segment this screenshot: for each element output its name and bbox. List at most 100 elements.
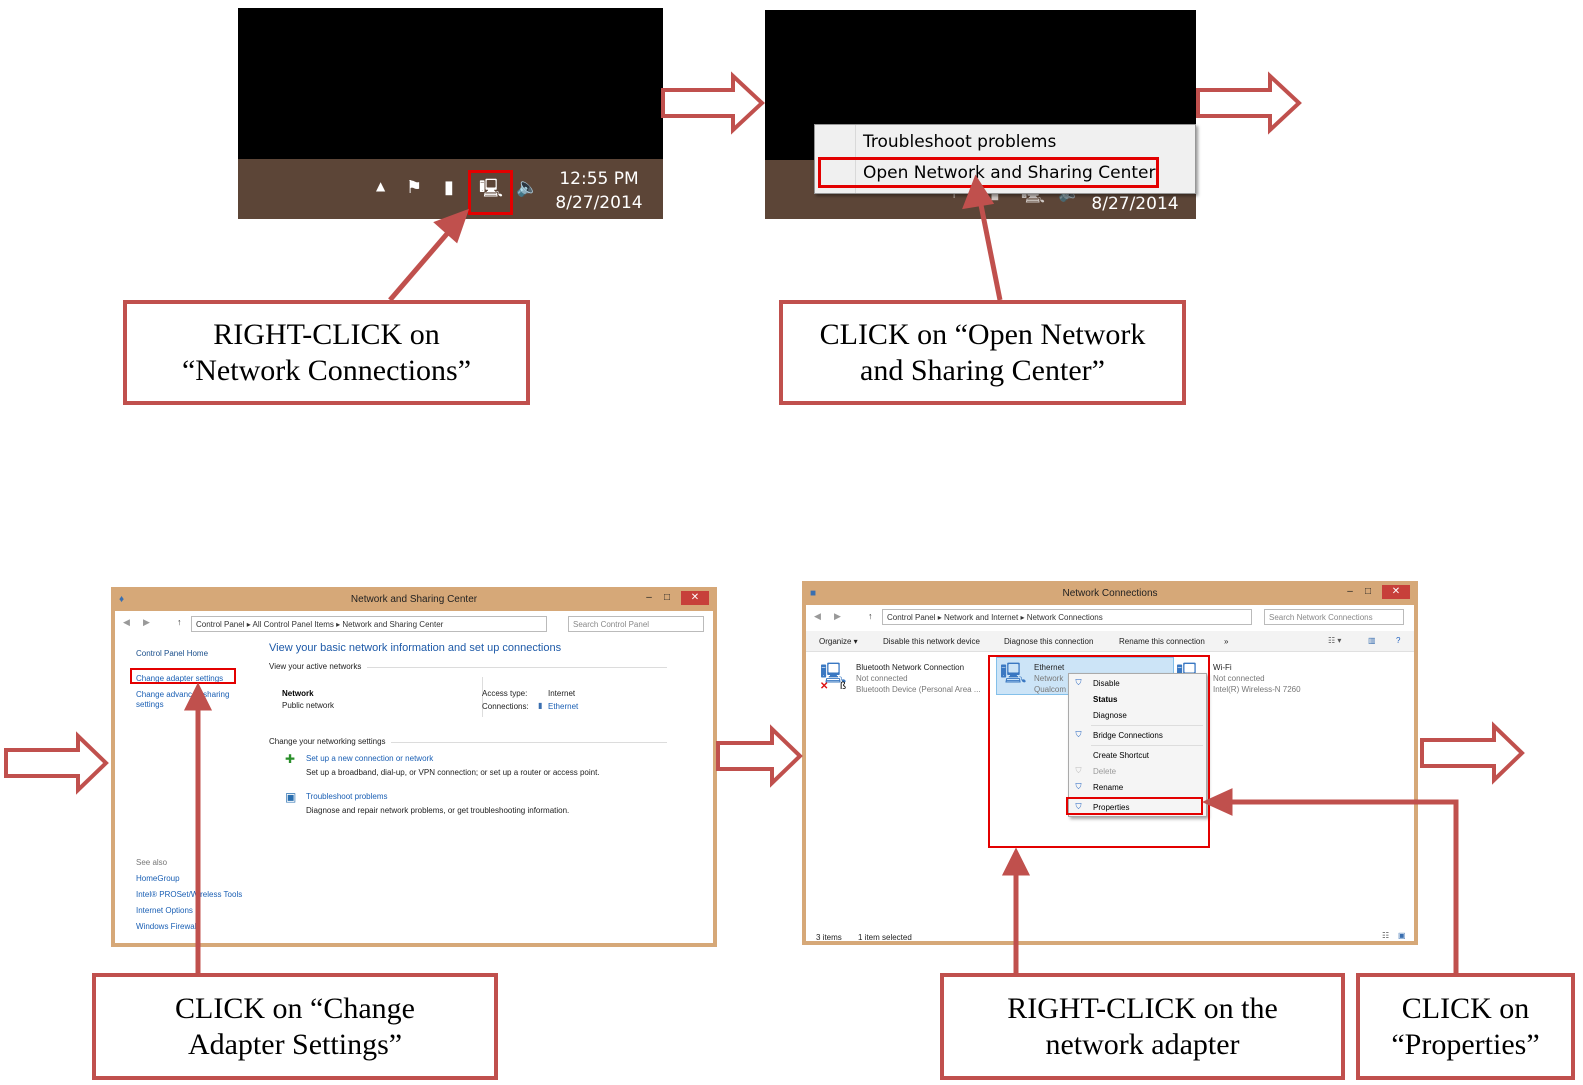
breadcrumb-1[interactable]: Control Panel (887, 613, 935, 622)
minimize-button[interactable]: – (643, 591, 655, 605)
taskbar-1: ▲ ⚑ ▮ 🖳 🔈 12:55 PM 8/27/2014 (238, 159, 663, 219)
disconnected-x-icon: ✕ (820, 681, 829, 692)
flow-arrow (716, 724, 803, 788)
caption-step2: CLICK on “Open Network and Sharing Center… (779, 300, 1186, 405)
caption-step1-line1: RIGHT-CLICK on (213, 317, 440, 351)
diagnose-connection-button[interactable]: Diagnose this connection (1004, 637, 1093, 646)
see-also-label: See also (136, 858, 168, 867)
forward-icon[interactable]: ▶ (143, 617, 150, 628)
maximize-button[interactable]: □ (1362, 585, 1374, 599)
adapter-status: Not connected (1213, 674, 1265, 683)
network-icon-highlight (468, 170, 513, 215)
network-folder-icon: ■ (810, 588, 817, 599)
troubleshoot-icon: ▣ (285, 790, 297, 804)
caption-step1: RIGHT-CLICK on “Network Connections” (123, 300, 530, 405)
change-adapter-highlight (130, 668, 236, 684)
breadcrumb-2[interactable]: Network and Internet (944, 613, 1018, 622)
caption-step4-properties-line2: “Properties” (1391, 1027, 1540, 1061)
address-bar[interactable]: Control Panel ▸ Network and Internet ▸ N… (882, 609, 1252, 625)
caption-step4-adapter: RIGHT-CLICK on the network adapter (940, 973, 1345, 1080)
flow-arrow (4, 731, 109, 795)
sidebar-change-advanced[interactable]: Change advanced sharing settings (136, 690, 229, 710)
caption-step3: CLICK on “Change Adapter Settings” (92, 973, 498, 1080)
divider (391, 742, 667, 743)
breadcrumb-3[interactable]: Network Connections (1027, 613, 1103, 622)
troubleshoot-desc: Diagnose and repair network problems, or… (306, 806, 570, 815)
forward-icon[interactable]: ▶ (834, 611, 841, 622)
up-icon[interactable]: ↑ (868, 611, 873, 621)
back-icon[interactable]: ◀ (123, 617, 130, 628)
organize-button[interactable]: Organize ▾ (819, 637, 858, 646)
sidebar-homegroup[interactable]: HomeGroup (136, 874, 180, 883)
sidebar-windows-firewall[interactable]: Windows Firewall (136, 922, 198, 931)
sidebar-home[interactable]: Control Panel Home (136, 649, 208, 658)
clock-date: 8/27/2014 (1091, 194, 1179, 214)
search-input[interactable]: Search Network Connections (1264, 609, 1404, 625)
page-title: View your basic network information and … (269, 642, 562, 654)
window-title: Network and Sharing Center (350, 594, 478, 605)
properties-highlight (1066, 797, 1203, 815)
battery-icon[interactable]: ▮ (444, 177, 454, 198)
setup-connection-link[interactable]: Set up a new connection or network (306, 754, 433, 763)
clock-date: 8/27/2014 (555, 193, 643, 213)
caption-step4-adapter-line2: network adapter (1045, 1027, 1240, 1061)
menu-item-troubleshoot[interactable]: Troubleshoot problems (863, 132, 1056, 152)
control-panel-icon: ♦ (119, 594, 125, 605)
close-button[interactable]: ✕ (1382, 585, 1410, 599)
bluetooth-icon: ß (840, 681, 847, 692)
taskbar-screenshot-1 (238, 8, 663, 159)
up-triangle-icon[interactable]: ▲ (376, 179, 385, 193)
flow-arrow (661, 71, 765, 135)
maximize-button[interactable]: □ (661, 591, 673, 605)
window-title-bar: ■ Network Connections – □ ✕ (806, 585, 1414, 605)
breadcrumb-3[interactable]: Network and Sharing Center (342, 620, 443, 629)
network-type: Public network (282, 701, 335, 710)
pointer-arrow-line (388, 226, 454, 302)
speaker-icon[interactable]: 🔈 (516, 177, 538, 198)
sidebar-change-advanced-line1: Change advanced sharing (136, 690, 230, 699)
disable-device-button[interactable]: Disable this network device (883, 637, 980, 646)
setup-connection-desc: Set up a broadband, dial-up, or VPN conn… (306, 768, 600, 777)
address-bar[interactable]: Control Panel ▸ All Control Panel Items … (191, 616, 547, 632)
caption-step1-line2: “Network Connections” (181, 353, 472, 387)
troubleshoot-link[interactable]: Troubleshoot problems (306, 792, 388, 801)
connections-ethernet-link[interactable]: Ethernet (548, 702, 578, 711)
flag-icon[interactable]: ⚑ (406, 177, 422, 198)
setup-connection-icon: ✚ (285, 752, 296, 766)
back-icon[interactable]: ◀ (814, 611, 821, 622)
sidebar-internet-options[interactable]: Internet Options (136, 906, 193, 915)
adapter-name[interactable]: Wi-Fi (1213, 663, 1232, 672)
caption-step3-line1: CLICK on “Change (175, 991, 415, 1025)
adapter-device: Bluetooth Device (Personal Area ... (856, 685, 981, 694)
breadcrumb-2[interactable]: All Control Panel Items (253, 620, 334, 629)
close-button[interactable]: ✕ (681, 591, 709, 605)
more-button[interactable]: » (1224, 637, 1228, 646)
caption-step2-line2: and Sharing Center” (860, 353, 1105, 387)
clock-time: 12:55 PM (559, 169, 639, 189)
window-title: Network Connections (1062, 588, 1158, 599)
active-networks-label: View your active networks (269, 662, 362, 671)
access-type-value: Internet (548, 689, 576, 698)
breadcrumb-1[interactable]: Control Panel (196, 620, 244, 629)
up-icon[interactable]: ↑ (177, 617, 182, 627)
network-sharing-center-window: ♦ Network and Sharing Center – □ ✕ ◀ ▶ ↑… (111, 587, 717, 947)
sidebar-change-advanced-line2: settings (136, 700, 164, 709)
sidebar-intel-proset[interactable]: Intel® PROSet/Wireless Tools (136, 890, 242, 899)
adapter-status: Not connected (856, 674, 908, 683)
flow-arrow (1196, 71, 1302, 135)
network-name: Network (282, 689, 314, 698)
clock[interactable]: 12:55 PM 8/27/2014 (554, 167, 644, 215)
view-options-icon[interactable]: ☷ ▾ (1328, 636, 1341, 645)
adapter-name[interactable]: Bluetooth Network Connection (856, 663, 964, 672)
minimize-button[interactable]: – (1344, 585, 1356, 599)
adapter-device: Intel(R) Wireless-N 7260 (1213, 685, 1301, 694)
rename-connection-button[interactable]: Rename this connection (1119, 637, 1205, 646)
divider (367, 667, 667, 668)
help-icon[interactable]: ? (1396, 636, 1400, 645)
details-view-icon[interactable]: ☷ (1382, 931, 1389, 940)
search-input[interactable]: Search Control Panel (568, 616, 704, 632)
open-network-highlight (818, 157, 1159, 188)
caption-step2-line1: CLICK on “Open Network (819, 317, 1146, 351)
tiles-view-icon[interactable]: ▣ (1398, 931, 1406, 940)
preview-pane-icon[interactable]: ▥ (1368, 636, 1376, 645)
